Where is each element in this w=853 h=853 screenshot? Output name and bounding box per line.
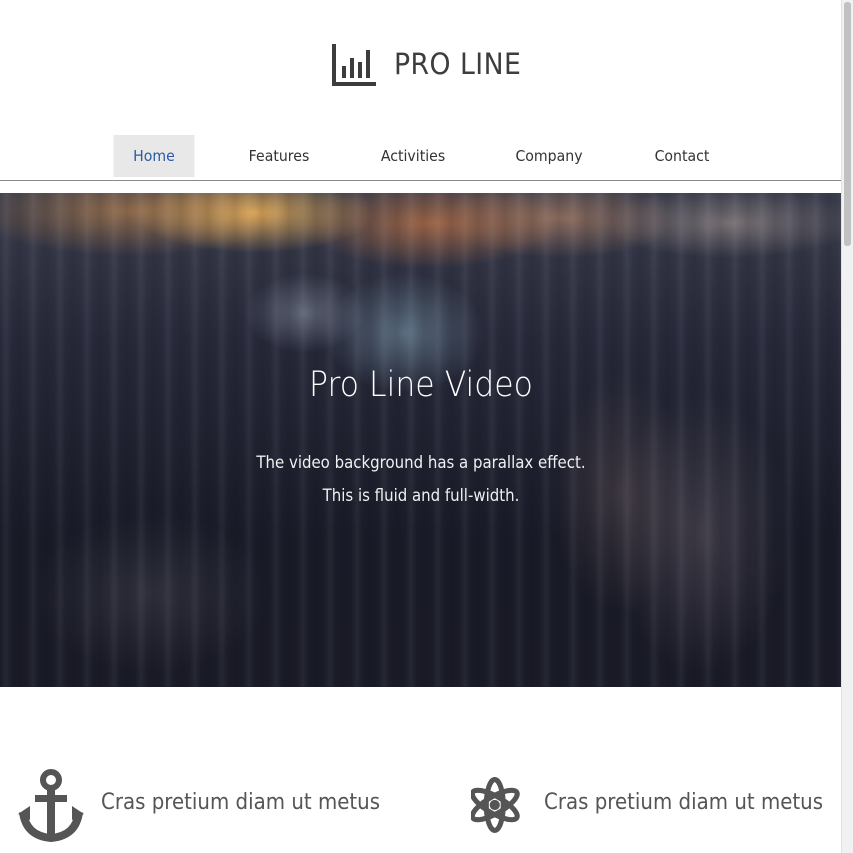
hero-blur-overlay	[0, 193, 842, 687]
page-scrollbar[interactable]	[841, 0, 853, 853]
feature-item: Cras pretium diam ut metus	[18, 768, 411, 842]
feature-title: Cras pretium diam ut metus	[544, 789, 824, 815]
nav-item-home[interactable]: Home	[113, 135, 195, 177]
site-logo[interactable]: PRO LINE	[331, 40, 532, 88]
nav-item-activities[interactable]: Activities	[373, 135, 454, 177]
hero-video-section: Pro Line Video The video background has …	[0, 193, 842, 687]
feature-item: Cras pretium diam ut metus	[471, 768, 853, 842]
page: PRO LINE Home Features Activities Compan…	[0, 0, 853, 853]
nav-item-features[interactable]: Features	[239, 135, 320, 177]
nav-item-company[interactable]: Company	[509, 135, 590, 177]
feature-title: Cras pretium diam ut metus	[101, 789, 381, 815]
scrollbar-thumb[interactable]	[844, 2, 851, 246]
bar-chart-icon	[332, 44, 376, 86]
atom-icon	[471, 777, 520, 833]
brand-name: PRO LINE	[394, 46, 522, 81]
anchor-icon	[18, 769, 84, 842]
hero-title: Pro Line Video	[309, 365, 533, 405]
hero-subtitle-line-1: The video background has a parallax effe…	[256, 453, 586, 473]
nav-item-contact[interactable]: Contact	[642, 135, 723, 177]
hero-subtitle-line-2: This is fluid and full-width.	[322, 486, 520, 506]
main-nav: Home Features Activities Company Contact	[0, 134, 842, 181]
